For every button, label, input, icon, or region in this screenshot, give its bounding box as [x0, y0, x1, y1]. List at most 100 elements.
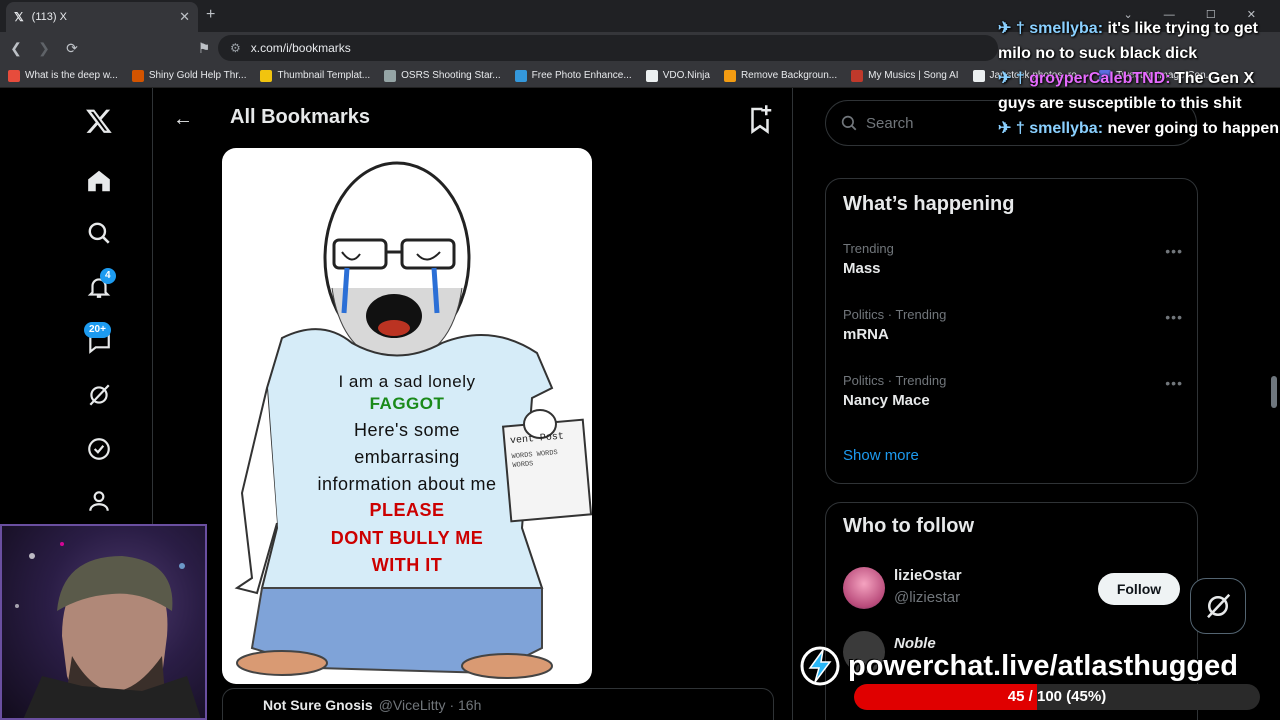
search-icon: [841, 115, 857, 131]
more-options-icon[interactable]: •••: [1165, 243, 1183, 259]
profile-icon[interactable]: [84, 486, 114, 516]
suggestion-handle[interactable]: @liziestar: [894, 589, 960, 606]
url-text: x.com/i/bookmarks: [250, 41, 351, 55]
powerchat-logo-icon: [800, 646, 840, 686]
webcam-feed: [0, 524, 207, 720]
chat-message: ✈ † smellyba: it's like trying to get mi…: [998, 16, 1280, 66]
grok-floating-button[interactable]: [1190, 578, 1246, 634]
add-bookmark-folder-icon[interactable]: [745, 104, 775, 139]
shirt-text-line: DONT BULLY ME: [330, 528, 484, 548]
site-info-icon[interactable]: ⚙: [230, 41, 241, 55]
who-to-follow-title: Who to follow: [843, 515, 975, 537]
avatar[interactable]: [843, 567, 885, 609]
chat-badge-icon: ✈ †: [998, 20, 1030, 37]
trend-item[interactable]: Politics · Trending Nancy Mace •••: [843, 373, 1183, 409]
suggestion-name[interactable]: lizieOstar: [894, 567, 962, 584]
bookmark-label: My Musics | Song AI: [868, 70, 959, 81]
whats-happening-title: What’s happening: [843, 193, 1015, 215]
powerchat-banner: powerchat.live/atlasthugged: [798, 646, 1278, 686]
bookmark-label: What is the deep w...: [25, 70, 118, 81]
chat-badge-icon: ✈ †: [998, 120, 1030, 137]
explore-search-icon[interactable]: [84, 218, 114, 248]
home-icon[interactable]: [84, 166, 114, 196]
shirt-text-line: information about me: [317, 474, 497, 494]
shirt-text-line: WITH IT: [371, 555, 443, 575]
bookmark-favicon-icon: [723, 69, 736, 82]
bookmark-label: Free Photo Enhance...: [531, 70, 632, 81]
new-tab-button[interactable]: +: [206, 6, 215, 24]
more-options-icon[interactable]: •••: [1165, 309, 1183, 325]
trend-name: mRNA: [843, 326, 889, 343]
chat-username: smellyba:: [1029, 120, 1104, 137]
bookmark-item[interactable]: OSRS Shooting Star...: [384, 69, 501, 82]
bookmark-label: Shiny Gold Help Thr...: [148, 70, 247, 81]
bookmark-favicon-icon: [972, 69, 985, 82]
bookmark-favicon-icon: [514, 69, 527, 82]
bookmark-item[interactable]: Remove Backgroun...: [723, 69, 838, 82]
forward-icon[interactable]: ❯: [32, 40, 56, 57]
x-logo-icon[interactable]: [84, 106, 114, 136]
bookmark-label: VDO.Ninja: [662, 70, 710, 81]
chat-username: groyperCalebTND:: [1029, 70, 1171, 87]
x-favicon-icon: 𝕏: [14, 10, 24, 24]
shirt-text-line: FAGGOT: [369, 394, 445, 413]
tab-title: (113) X: [31, 11, 67, 23]
bookmark-favicon-icon: [260, 69, 273, 82]
bookmark-star-icon[interactable]: ⚑: [192, 40, 216, 57]
bookmark-item[interactable]: My Musics | Song AI: [851, 69, 959, 82]
trend-item[interactable]: Trending Mass •••: [843, 241, 1183, 277]
follow-button[interactable]: Follow: [1098, 573, 1180, 605]
more-options-icon[interactable]: •••: [1165, 375, 1183, 391]
page-title: All Bookmarks: [230, 106, 371, 128]
grok-icon: [1207, 593, 1231, 619]
bookmark-label: Thumbnail Templat...: [277, 70, 371, 81]
powerchat-url: powerchat.live/atlasthugged: [848, 649, 1238, 682]
chat-username: smellyba:: [1029, 20, 1104, 37]
soyjak-drawing: [234, 161, 592, 679]
trend-name: Mass: [843, 260, 881, 277]
trend-item[interactable]: Politics · Trending mRNA •••: [843, 307, 1183, 343]
next-tweet-header[interactable]: Not Sure Gnosis @ViceLitty · 16h: [222, 688, 774, 720]
tab-close-icon[interactable]: ✕: [179, 9, 190, 25]
address-bar[interactable]: ⚙ x.com/i/bookmarks: [218, 35, 998, 61]
grok-icon[interactable]: [84, 380, 114, 410]
x-side-nav: 4 20+: [0, 88, 150, 528]
bookmark-item[interactable]: VDO.Ninja: [645, 69, 710, 82]
back-icon[interactable]: ❮: [4, 40, 28, 57]
back-arrow-icon[interactable]: ←: [173, 108, 193, 131]
bookmarked-post-image[interactable]: I am a sad lonely FAGGOT Here's some emb…: [222, 148, 592, 684]
notification-badge: 4: [100, 268, 116, 284]
browser-tab[interactable]: 𝕏 (113) X ✕: [6, 2, 198, 32]
bookmark-favicon-icon: [8, 69, 20, 82]
bookmark-label: OSRS Shooting Star...: [401, 70, 501, 81]
bookmark-favicon-icon: [131, 69, 144, 82]
bookmarks-header: ← All Bookmarks: [153, 88, 792, 148]
reload-icon[interactable]: ⟳: [60, 40, 84, 57]
bookmark-label: Remove Backgroun...: [740, 70, 838, 81]
shirt-text-line: PLEASE: [369, 500, 445, 520]
bookmark-item[interactable]: Thumbnail Templat...: [260, 69, 371, 82]
bookmark-favicon-icon: [645, 69, 658, 82]
bookmark-item[interactable]: What is the deep w...: [8, 69, 118, 82]
tweet-handle[interactable]: @ViceLitty · 16h: [379, 697, 482, 713]
scrollbar-thumb[interactable]: [1271, 376, 1277, 408]
stream-chat-overlay: ✈ † smellyba: it's like trying to get mi…: [998, 16, 1280, 186]
bookmark-item[interactable]: Free Photo Enhance...: [514, 69, 632, 82]
bookmark-item[interactable]: Shiny Gold Help Thr...: [131, 69, 247, 82]
progress-text: 45 / 100 (45%): [1007, 688, 1107, 705]
trend-context: Politics · Trending: [843, 373, 947, 388]
donation-progress-bar: 45 / 100 (45%): [854, 684, 1260, 710]
streamer-silhouette: [15, 542, 201, 718]
trend-context: Trending: [843, 241, 894, 256]
verified-icon[interactable]: [84, 434, 114, 464]
chat-text: never going to happen: [1107, 120, 1280, 137]
search-placeholder: Search: [866, 114, 914, 132]
whats-happening-box: What’s happening Trending Mass ••• Polit…: [825, 178, 1198, 484]
chat-message: ✈ † smellyba: never going to happen: [998, 116, 1280, 141]
messages-badge: 20+: [84, 322, 111, 338]
show-more-link[interactable]: Show more: [843, 447, 919, 464]
shirt-text-line: I am a sad lonely: [338, 372, 476, 391]
tweet-author-name[interactable]: Not Sure Gnosis: [263, 697, 373, 713]
chat-message: ✈ † groyperCalebTND: The Gen X guys are …: [998, 66, 1280, 116]
chat-badge-icon: ✈ †: [998, 70, 1030, 87]
